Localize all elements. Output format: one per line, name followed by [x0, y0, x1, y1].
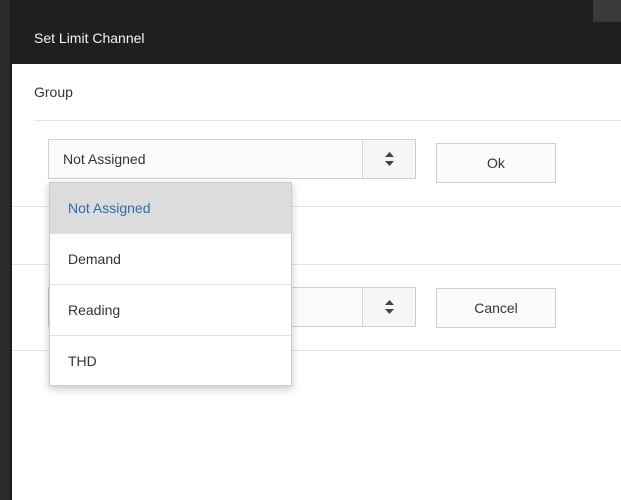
ok-button[interactable]: Ok — [436, 143, 556, 183]
set-limit-channel-dialog: Set Limit Channel Group Not Assigned Ok … — [12, 0, 621, 500]
dropdown-option-demand[interactable]: Demand — [50, 234, 291, 285]
sort-up-down-icon — [385, 152, 394, 166]
dropdown-option-thd[interactable]: THD — [50, 336, 291, 386]
dropdown-option-reading[interactable]: Reading — [50, 285, 291, 336]
group-select-toggle[interactable] — [362, 140, 415, 178]
dialog-titlebar: Set Limit Channel — [12, 0, 621, 64]
group-label: Group — [34, 64, 621, 121]
group-select-value: Not Assigned — [63, 151, 146, 167]
secondary-select-toggle[interactable] — [362, 288, 415, 326]
group-select[interactable]: Not Assigned — [48, 139, 416, 179]
sort-up-down-icon — [385, 300, 394, 314]
background-window-edge — [0, 0, 12, 500]
dialog-title: Set Limit Channel — [34, 30, 145, 46]
dropdown-option-not-assigned[interactable]: Not Assigned — [50, 183, 291, 234]
group-dropdown-list: Not Assigned Demand Reading THD — [49, 182, 292, 386]
cancel-button[interactable]: Cancel — [436, 288, 556, 328]
titlebar-corner — [593, 0, 621, 22]
